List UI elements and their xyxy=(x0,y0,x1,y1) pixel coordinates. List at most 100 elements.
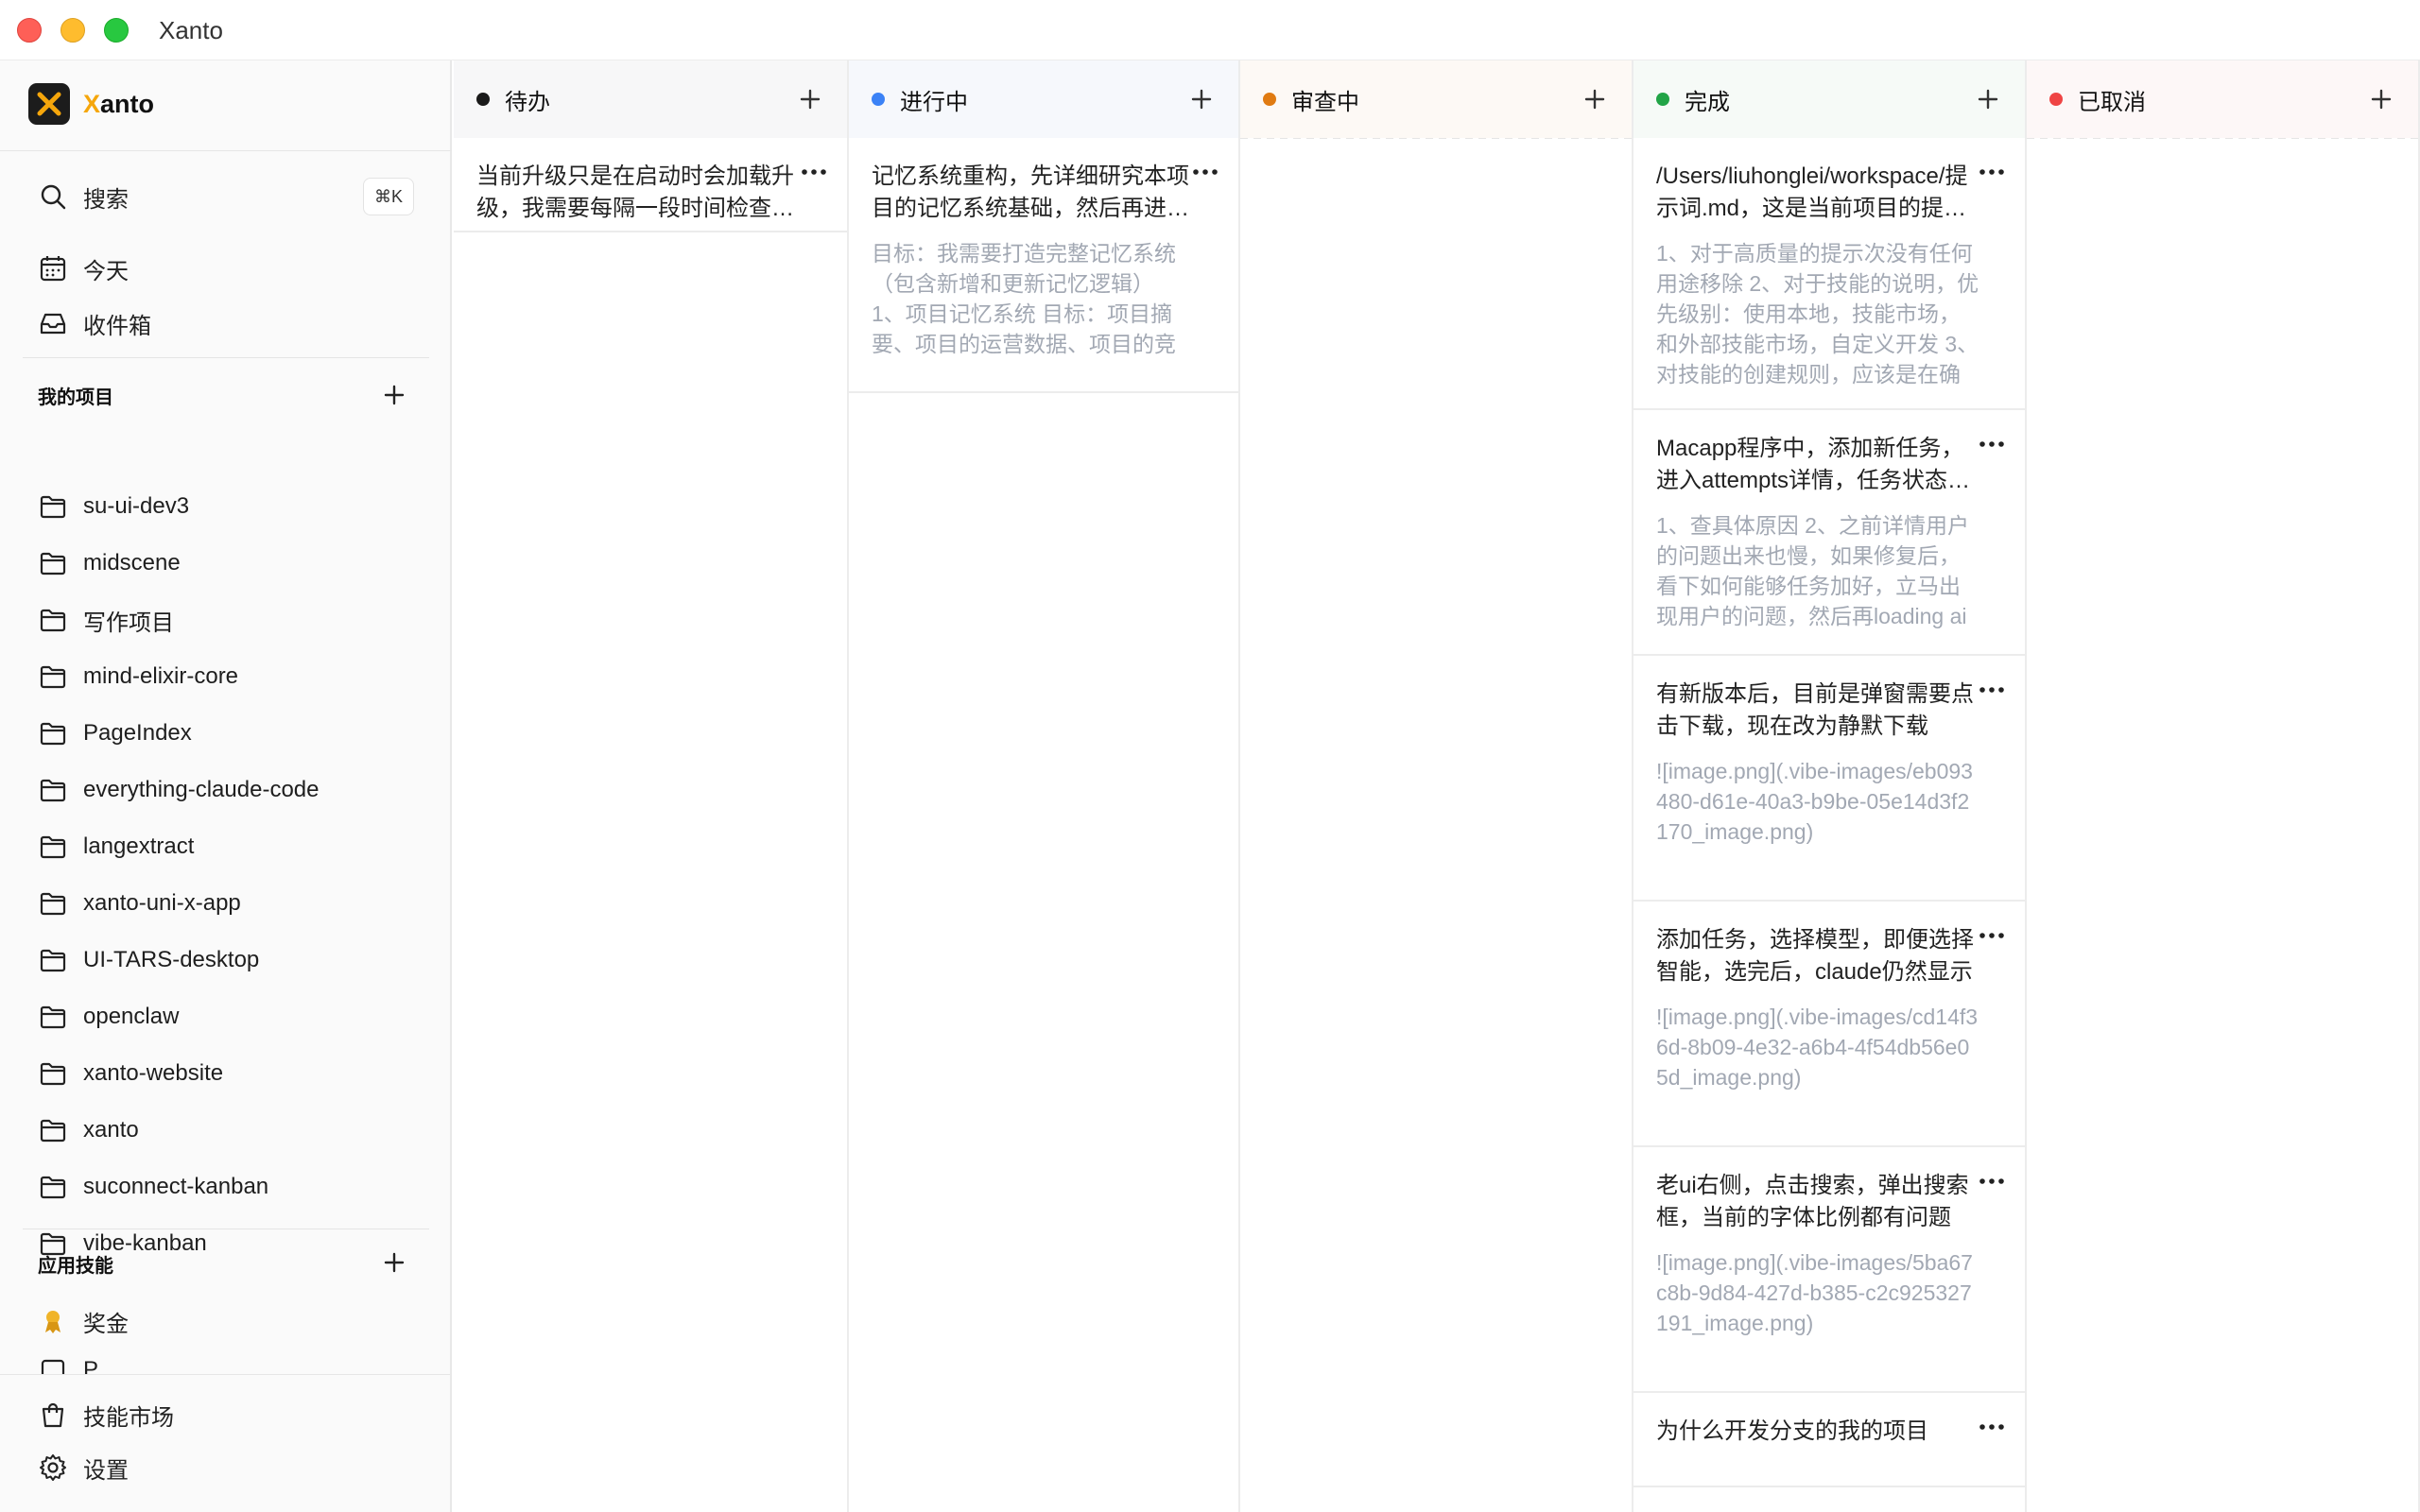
task-card[interactable]: 记忆系统重构，先详细研究本项目的记忆系统基础，然后再进行重构目标：我需要打造完整… xyxy=(849,138,1238,393)
sidebar-project-item[interactable]: PageIndex xyxy=(38,713,192,754)
task-card[interactable]: 添加任务，选择模型，即便选择智能，选完后，claude仍然显示 ![image.p… xyxy=(1634,902,2025,1147)
search-nav-item[interactable]: 搜索 xyxy=(38,174,129,219)
project-label: mind-elixir-core xyxy=(83,663,239,689)
more-options-icon[interactable] xyxy=(1978,680,2006,699)
sidebar-project-item[interactable]: everything-claude-code xyxy=(38,769,319,811)
add-task-icon[interactable] xyxy=(796,85,824,113)
column-header: 审查中 xyxy=(1240,60,1632,138)
more-options-icon[interactable] xyxy=(1978,163,2006,181)
column-title: 完成 xyxy=(1685,89,1730,115)
sidebar-project-item[interactable]: openclaw xyxy=(38,996,179,1038)
kanban-board: 待办当前升级只是在启动时会加载升级，我需要每隔一段时间检查一次升级进行中记忆系统… xyxy=(454,60,2420,1512)
search-icon xyxy=(41,184,66,210)
column-body xyxy=(2027,138,2418,1512)
task-title: 老ui右侧，点击搜索，弹出搜索框，当前的字体比例都有问题 xyxy=(1656,1173,1969,1230)
task-card[interactable]: /Users/liuhonglei/workspace/提示词.md，这是当前项… xyxy=(1634,138,2025,410)
kanban-column: 待办当前升级只是在启动时会加载升级，我需要每隔一段时间检查一次升级 xyxy=(454,60,849,1512)
project-label: xanto-uni-x-app xyxy=(83,890,241,916)
sidebar: Xanto 搜索 ⌘K 今天 收件箱 我的项目 su-ui-dev3 midsce… xyxy=(0,60,452,1512)
task-description: 1、查具体原因 2、之前详情用户的问题出来也慢，如果修复后，看下如何能够任务加好… xyxy=(1656,513,1969,628)
folder-icon xyxy=(40,1119,66,1143)
kanban-column: 进行中记忆系统重构，先详细研究本项目的记忆系统基础，然后再进行重构目标：我需要打… xyxy=(849,60,1240,1512)
projects-heading: 我的项目 xyxy=(38,387,113,408)
close-window-button[interactable] xyxy=(17,18,42,43)
sidebar-project-item[interactable]: 写作项目 xyxy=(38,599,174,641)
sidebar-divider xyxy=(23,357,429,358)
sidebar-project-item[interactable]: su-ui-dev3 xyxy=(38,486,189,527)
calendar-icon xyxy=(40,256,66,282)
sidebar-project-item[interactable]: xanto-website xyxy=(38,1053,223,1094)
skill-market-nav-item[interactable]: 技能市场 xyxy=(38,1392,174,1437)
more-options-icon[interactable] xyxy=(1978,1172,2006,1191)
kanban-column: 已取消 xyxy=(2027,60,2420,1512)
column-header: 已取消 xyxy=(2027,60,2418,138)
task-card[interactable]: Macapp程序中，添加新任务，进入attempts详情，任务状态显示异常 1、查… xyxy=(1634,410,2025,656)
project-label: 写作项目 xyxy=(83,610,174,636)
task-card[interactable]: 老ui右侧，点击搜索，弹出搜索框，当前的字体比例都有问题 ![image.png]… xyxy=(1634,1147,2025,1393)
project-label: xanto xyxy=(83,1117,139,1143)
status-dot-icon xyxy=(872,93,885,106)
sidebar-project-item[interactable]: xanto xyxy=(38,1109,139,1151)
skill-item-bonus[interactable]: 奖金 xyxy=(38,1300,129,1342)
sidebar-project-item[interactable]: UI-TARS-desktop xyxy=(38,939,259,981)
skill-market-label: 技能市场 xyxy=(83,1404,174,1431)
task-description: ![image.png](.vibe-images/eb093480-d61e-… xyxy=(1656,759,1973,844)
sidebar-project-item[interactable]: langextract xyxy=(38,826,194,868)
task-title: 有新版本后，目前是弹窗需要点击下载，现在改为静默下载 xyxy=(1656,681,1974,739)
more-options-icon[interactable] xyxy=(1978,926,2006,945)
column-body xyxy=(454,138,847,1512)
xanto-logo-icon xyxy=(28,83,70,125)
add-task-icon[interactable] xyxy=(1187,85,1216,113)
inbox-icon xyxy=(40,313,66,335)
task-title: 添加任务，选择模型，即便选择智能，选完后，claude仍然显示 xyxy=(1656,927,1974,985)
task-title: Macapp程序中，添加新任务，进入attempts详情，任务状态显示异常 xyxy=(1656,436,1971,493)
add-task-icon[interactable] xyxy=(1974,85,2002,113)
zoom-window-button[interactable] xyxy=(104,18,129,43)
sidebar-project-item[interactable]: midscene xyxy=(38,542,181,584)
task-title: /Users/liuhonglei/workspace/提示词.md，这是当前项… xyxy=(1656,163,1968,221)
folder-icon xyxy=(40,665,66,689)
folder-icon xyxy=(40,552,66,576)
task-card[interactable]: 当前升级只是在启动时会加载升级，我需要每隔一段时间检查一次升级 xyxy=(454,138,847,232)
kanban-column: 完成/Users/liuhonglei/workspace/提示词.md，这是当… xyxy=(1634,60,2027,1512)
today-label: 今天 xyxy=(83,258,129,284)
folder-icon xyxy=(40,609,66,632)
add-project-icon[interactable] xyxy=(380,381,408,409)
column-header: 进行中 xyxy=(849,60,1238,138)
sidebar-project-item[interactable]: suconnect-kanban xyxy=(38,1166,268,1208)
column-header: 完成 xyxy=(1634,60,2025,138)
folder-icon xyxy=(40,722,66,746)
today-nav-item[interactable]: 今天 xyxy=(38,246,129,291)
more-options-icon[interactable] xyxy=(1978,1418,2006,1436)
brand[interactable]: Xanto xyxy=(28,83,154,125)
task-card[interactable]: 为什么开发分支的我的项目 xyxy=(1634,1393,2025,1487)
sidebar-project-item[interactable]: xanto-uni-x-app xyxy=(38,883,241,924)
status-dot-icon xyxy=(2049,93,2063,106)
status-dot-icon xyxy=(1656,93,1669,106)
status-dot-icon xyxy=(476,93,490,106)
kanban-column: 审查中 xyxy=(1240,60,1634,1512)
add-skill-icon[interactable] xyxy=(380,1248,408,1277)
task-description: ![image.png](.vibe-images/cd14f36d-8b09-… xyxy=(1656,1005,1979,1090)
minimize-window-button[interactable] xyxy=(60,18,85,43)
column-header: 待办 xyxy=(454,60,847,138)
add-task-icon[interactable] xyxy=(2367,85,2395,113)
sidebar-project-item[interactable]: mind-elixir-core xyxy=(38,656,238,697)
add-task-icon[interactable] xyxy=(1581,85,1609,113)
folder-icon xyxy=(40,495,66,519)
status-dot-icon xyxy=(1263,93,1276,106)
inbox-nav-item[interactable]: 收件箱 xyxy=(38,301,151,346)
project-label: openclaw xyxy=(83,1004,180,1029)
project-label: xanto-website xyxy=(83,1060,224,1086)
column-title: 已取消 xyxy=(2078,89,2146,115)
task-card[interactable]: 有新版本后，目前是弹窗需要点击下载，现在改为静默下载 ![image.png](.… xyxy=(1634,656,2025,902)
settings-nav-item[interactable]: 设置 xyxy=(38,1445,129,1490)
folder-icon xyxy=(40,835,66,859)
folder-icon xyxy=(40,892,66,916)
column-title: 待办 xyxy=(505,89,550,115)
folder-icon xyxy=(40,779,66,802)
inbox-label: 收件箱 xyxy=(83,313,151,339)
more-options-icon[interactable] xyxy=(800,163,828,181)
more-options-icon[interactable] xyxy=(1978,435,2006,454)
more-options-icon[interactable] xyxy=(1191,163,1219,181)
